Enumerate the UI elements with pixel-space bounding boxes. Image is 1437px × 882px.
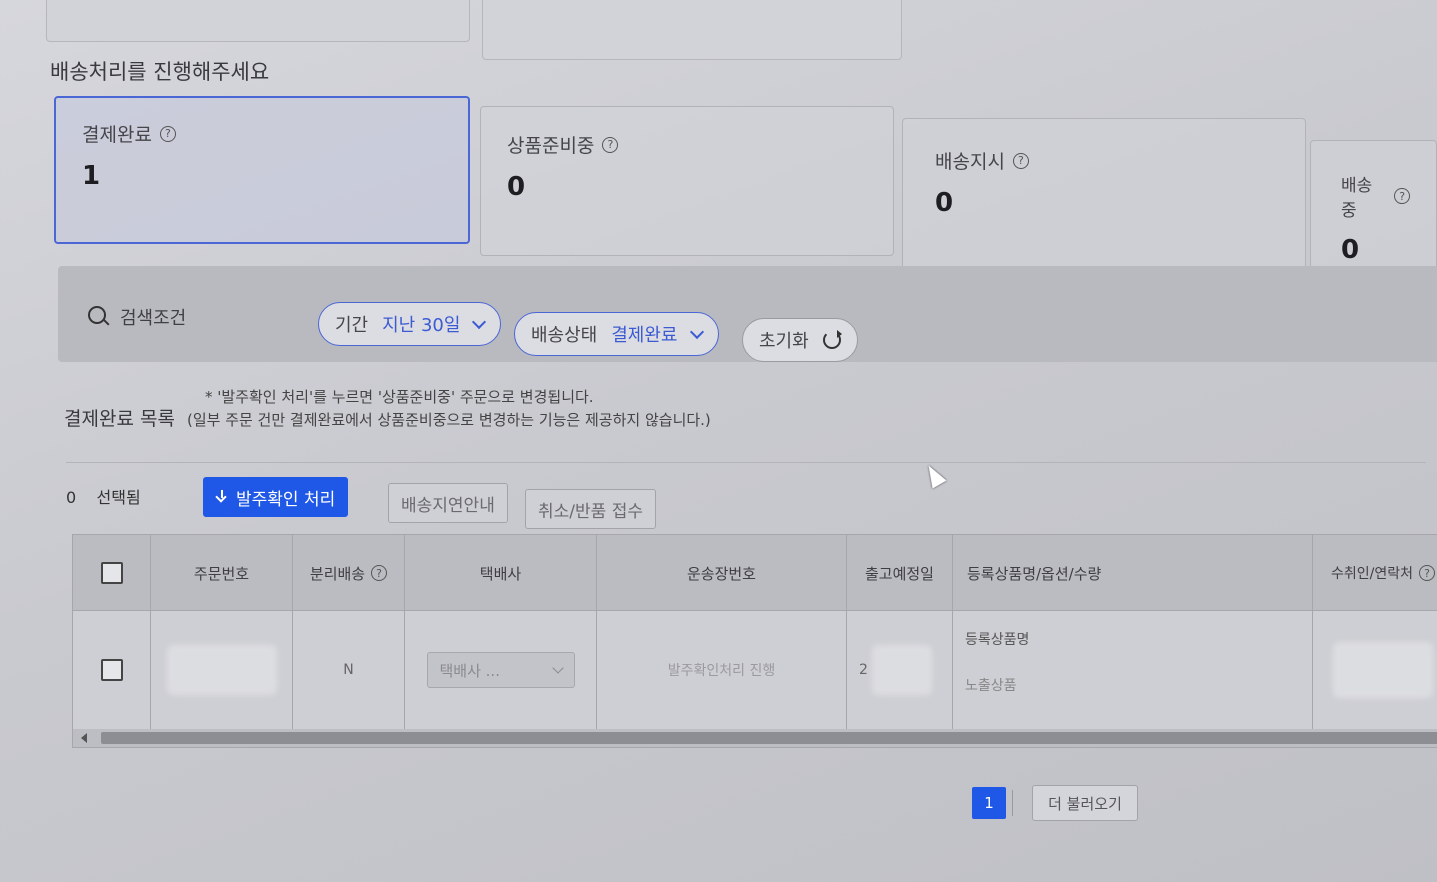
period-value: 지난 30일 bbox=[382, 315, 461, 336]
row-checkbox[interactable] bbox=[100, 659, 123, 681]
status-filter-value: 결제완료 bbox=[611, 325, 678, 346]
status-name: 배송지시 ? bbox=[935, 147, 1279, 174]
header-receiver-label: 수취인/연락처 bbox=[1331, 566, 1413, 582]
redacted-ship-date bbox=[871, 645, 932, 695]
courier-cell: 택배사 ... bbox=[405, 611, 597, 729]
status-label: 상품준비중 bbox=[507, 135, 595, 157]
selected-number: 0 bbox=[66, 488, 77, 507]
header-split-ship: 분리배송 ? bbox=[293, 535, 405, 611]
status-label: 결제완료 bbox=[82, 124, 152, 146]
filter-bar: 검색조건 기간 지난 30일 배송상태 결제완료 초기화 bbox=[58, 266, 1437, 362]
header-product: 등록상품명/옵션/수량 bbox=[953, 535, 1313, 611]
product-label: 등록상품명 bbox=[965, 632, 1030, 648]
reset-label: 초기화 bbox=[759, 331, 809, 352]
confirm-order-button[interactable]: 발주확인 처리 bbox=[203, 477, 349, 517]
tracking-placeholder: 발주확인처리 진행 bbox=[667, 663, 776, 679]
help-icon[interactable]: ? bbox=[159, 125, 176, 142]
divider bbox=[66, 462, 1426, 463]
reset-button[interactable]: 초기화 bbox=[742, 318, 858, 362]
header-product-label: 등록상품명/옵션/수량 bbox=[967, 564, 1102, 583]
section-title: 배송처리를 진행해주세요 bbox=[50, 60, 270, 84]
period-filter[interactable]: 기간 지난 30일 bbox=[318, 302, 502, 346]
receiver-cell bbox=[1313, 611, 1437, 729]
status-card-payment-complete[interactable]: 결제완료 ? 1 bbox=[54, 96, 470, 244]
chevron-down-icon bbox=[551, 662, 564, 674]
selected-count: 0 선택됨 bbox=[66, 484, 141, 508]
header-ship-date-label: 출고예정일 bbox=[864, 564, 934, 583]
redacted-order-no bbox=[166, 645, 277, 695]
help-icon[interactable]: ? bbox=[602, 136, 619, 153]
header-tracking-label: 운송장번호 bbox=[686, 564, 756, 583]
help-icon[interactable]: ? bbox=[1419, 565, 1435, 581]
product-cell: 등록상품명 노출상품 bbox=[953, 611, 1313, 729]
status-name: 결제완료 ? bbox=[82, 120, 442, 147]
header-order-no-label: 주문번호 bbox=[193, 564, 250, 583]
header-ship-date: 출고예정일 bbox=[847, 535, 953, 611]
tracking-cell: 발주확인처리 진행 bbox=[597, 611, 847, 729]
order-no-cell bbox=[151, 611, 293, 729]
list-title-text: 결제완료 목록 bbox=[64, 408, 175, 430]
list-subtitle: (일부 주문 건만 결제완료에서 상품준비중으로 변경하는 기능은 제공하지 않… bbox=[186, 411, 711, 429]
status-name: 상품준비중 ? bbox=[507, 131, 867, 158]
header-courier: 택배사 bbox=[405, 535, 597, 611]
selected-label: 선택됨 bbox=[96, 488, 141, 507]
header-split-ship-label: 분리배송 bbox=[309, 564, 366, 583]
courier-placeholder: 택배사 ... bbox=[439, 661, 500, 680]
cancel-return-button[interactable]: 취소/반품 접수 bbox=[525, 489, 656, 529]
status-count: 1 bbox=[82, 161, 101, 191]
split-ship-cell: N bbox=[293, 611, 405, 729]
scroll-thumb[interactable] bbox=[101, 732, 1437, 744]
help-icon[interactable]: ? bbox=[1394, 188, 1410, 204]
chevron-down-icon bbox=[689, 324, 704, 339]
status-card-shipping[interactable]: 배송중 ? 0 bbox=[1310, 140, 1437, 284]
status-label: 배송지시 bbox=[935, 151, 1005, 173]
list-title: 결제완료 목록 (일부 주문 건만 결제완료에서 상품준비중으로 변경하는 기능… bbox=[64, 404, 711, 431]
header-receiver: 수취인/연락처 ? bbox=[1313, 535, 1437, 611]
top-card-right bbox=[482, 0, 902, 60]
shipping-status-filter[interactable]: 배송상태 결제완료 bbox=[514, 312, 719, 356]
split-ship-value: N bbox=[343, 662, 354, 678]
chevron-down-icon bbox=[472, 314, 487, 329]
search-label: 검색조건 bbox=[120, 308, 187, 329]
load-more-button[interactable]: 더 불러오기 bbox=[1032, 785, 1138, 821]
cancel-return-label: 취소/반품 접수 bbox=[538, 501, 643, 522]
orders-table: 주문번호 분리배송 ? 택배사 운송장번호 출고예정일 등록상품명/옵션/수량 … bbox=[72, 534, 1437, 748]
mouse-cursor-icon bbox=[921, 461, 947, 489]
top-card-left bbox=[46, 0, 470, 42]
redacted-receiver bbox=[1333, 642, 1433, 698]
ship-date-cell: 2 bbox=[847, 611, 953, 729]
exposure-label: 노출상품 bbox=[965, 678, 1017, 694]
pager-divider bbox=[1012, 790, 1013, 816]
header-order-no: 주문번호 bbox=[151, 535, 293, 611]
header-tracking: 운송장번호 bbox=[597, 535, 847, 611]
select-all-checkbox[interactable] bbox=[100, 562, 123, 584]
header-select-all bbox=[73, 535, 151, 611]
ship-date-value: 2 bbox=[859, 662, 868, 678]
delay-notice-label: 배송지연안내 bbox=[401, 495, 495, 516]
status-name: 배송중 ? bbox=[1341, 171, 1410, 221]
status-count: 0 bbox=[1341, 235, 1360, 265]
header-courier-label: 택배사 bbox=[479, 564, 522, 583]
search-icon bbox=[88, 306, 110, 328]
download-icon bbox=[216, 490, 228, 504]
table-header: 주문번호 분리배송 ? 택배사 운송장번호 출고예정일 등록상품명/옵션/수량 … bbox=[73, 535, 1437, 611]
delay-notice-button[interactable]: 배송지연안내 bbox=[388, 483, 508, 523]
status-count: 0 bbox=[935, 188, 954, 218]
period-label: 기간 bbox=[335, 315, 369, 336]
status-label: 배송중 bbox=[1341, 176, 1373, 221]
row-select-cell bbox=[73, 611, 151, 729]
status-filter-label: 배송상태 bbox=[531, 325, 598, 346]
help-icon[interactable]: ? bbox=[371, 565, 388, 581]
status-count: 0 bbox=[507, 172, 526, 202]
status-card-ship-order[interactable]: 배송지시 ? 0 bbox=[902, 118, 1306, 272]
help-icon[interactable]: ? bbox=[1012, 152, 1029, 169]
status-card-preparing[interactable]: 상품준비중 ? 0 bbox=[480, 106, 894, 256]
confirm-order-label: 발주확인 처리 bbox=[236, 489, 336, 510]
search-conditions: 검색조건 bbox=[88, 304, 186, 330]
horizontal-scrollbar[interactable] bbox=[73, 729, 1437, 747]
courier-select[interactable]: 택배사 ... bbox=[426, 652, 575, 688]
scroll-left-icon[interactable] bbox=[81, 733, 87, 743]
page-button-current[interactable]: 1 bbox=[972, 787, 1006, 819]
refresh-icon bbox=[822, 330, 842, 349]
